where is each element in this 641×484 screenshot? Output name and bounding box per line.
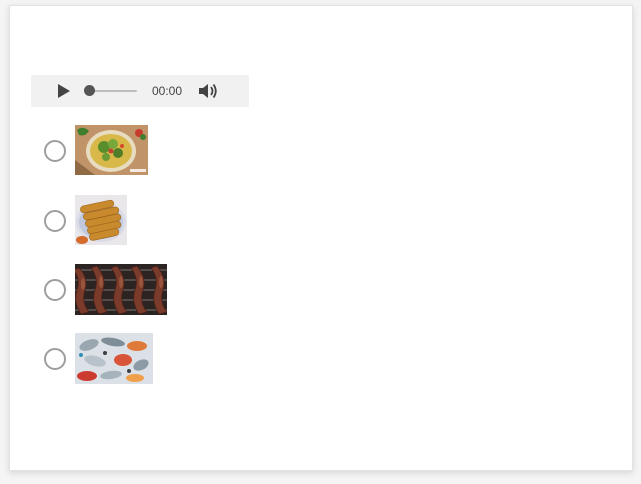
seek-knob[interactable]: [84, 85, 95, 96]
seafood-platter-image: [75, 333, 153, 384]
salad-bowl-image: [75, 125, 148, 175]
radio-button[interactable]: [44, 140, 66, 162]
radio-button[interactable]: [44, 348, 66, 370]
radio-button[interactable]: [44, 210, 66, 232]
radio-button[interactable]: [44, 279, 66, 301]
audio-player: 00:00: [31, 75, 249, 107]
fried-rolls-image: [75, 195, 127, 245]
volume-icon[interactable]: [197, 81, 219, 101]
play-icon[interactable]: [58, 84, 70, 98]
grilled-sausages-image: [75, 264, 167, 315]
question-card: 00:00: [9, 5, 633, 471]
audio-time: 00:00: [152, 84, 183, 98]
